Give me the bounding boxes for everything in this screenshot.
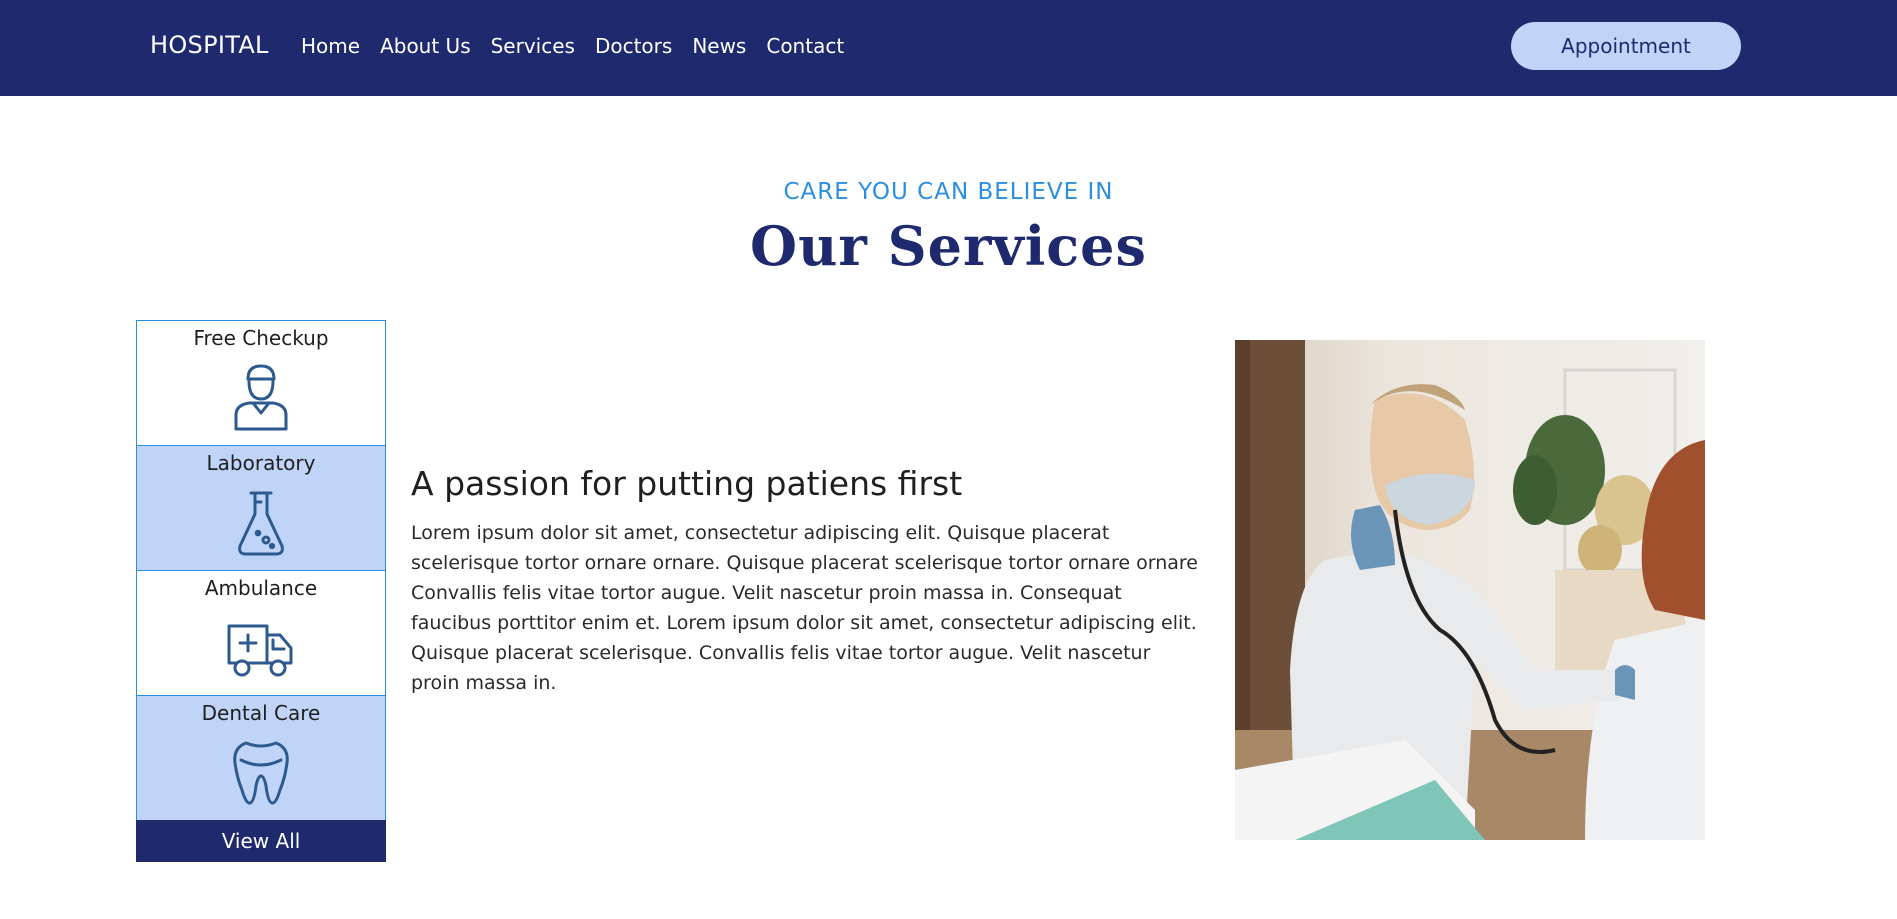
- nav-links: Home About Us Services Doctors News Cont…: [301, 34, 864, 58]
- brand-logo[interactable]: HOSPITAL: [150, 31, 269, 59]
- service-item-free-checkup[interactable]: Free Checkup: [136, 320, 386, 445]
- doctor-photo: [1235, 340, 1705, 840]
- nav-link-news[interactable]: News: [692, 34, 746, 58]
- service-label: Dental Care: [201, 701, 321, 725]
- service-label: Ambulance: [204, 576, 318, 600]
- top-navbar: HOSPITAL Home About Us Services Doctors …: [0, 0, 1897, 96]
- appointment-button[interactable]: Appointment: [1511, 22, 1741, 70]
- service-label: Free Checkup: [193, 326, 329, 350]
- ambulance-icon: [227, 624, 293, 677]
- nav-link-about-us[interactable]: About Us: [380, 34, 471, 58]
- doctor-icon: [234, 364, 288, 431]
- service-item-dental-care[interactable]: Dental Care: [136, 695, 386, 820]
- content-title: A passion for putting patiens first: [411, 464, 963, 503]
- nav-link-contact[interactable]: Contact: [766, 34, 844, 58]
- view-all-button[interactable]: View All: [136, 820, 386, 862]
- nav-link-home[interactable]: Home: [301, 34, 360, 58]
- navbar-inner: HOSPITAL Home About Us Services Doctors …: [136, 0, 1742, 96]
- nav-link-doctors[interactable]: Doctors: [595, 34, 672, 58]
- service-item-ambulance[interactable]: Ambulance: [136, 570, 386, 695]
- content-body: Lorem ipsum dolor sit amet, consectetur …: [411, 522, 1198, 694]
- services-list: Free Checkup Laboratory Ambulance Dental…: [136, 320, 386, 862]
- service-item-laboratory[interactable]: Laboratory: [136, 445, 386, 570]
- nav-link-services[interactable]: Services: [491, 34, 575, 58]
- section-eyebrow: CARE YOU CAN BELIEVE IN: [783, 179, 1114, 205]
- tooth-icon: [233, 741, 289, 805]
- section-title: Our Services: [750, 214, 1147, 278]
- flask-icon: [238, 491, 284, 556]
- service-label: Laboratory: [206, 451, 316, 475]
